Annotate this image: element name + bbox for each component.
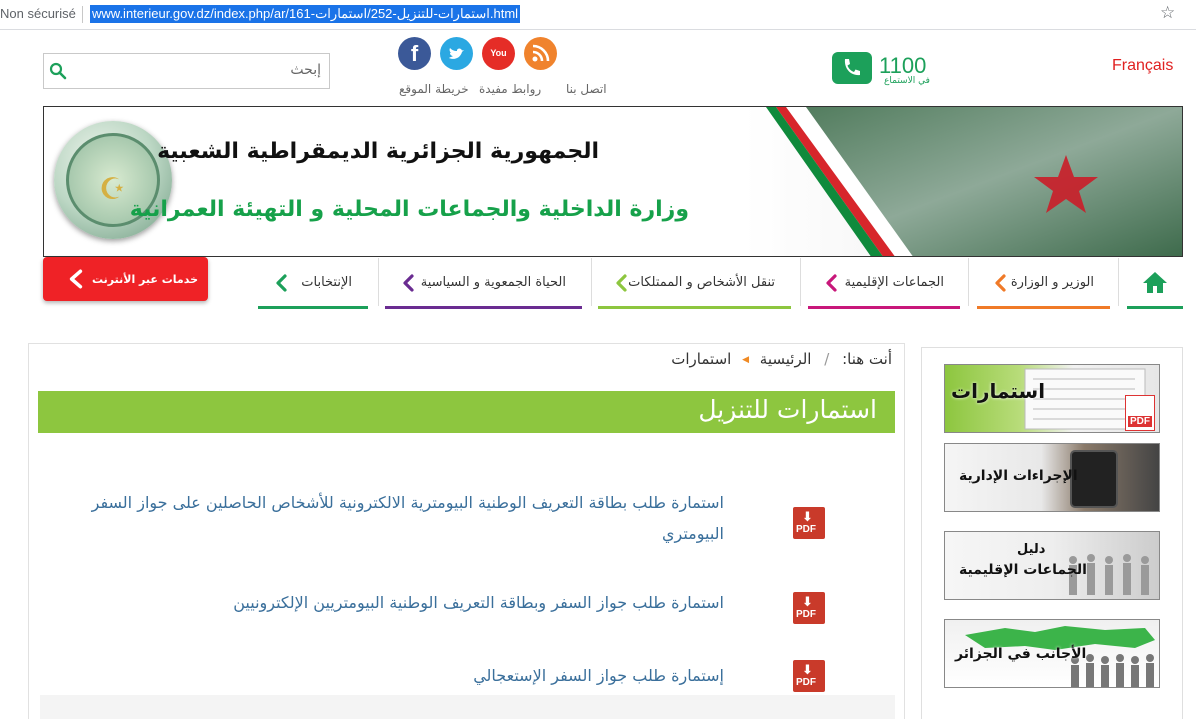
banner-title-republic: الجمهورية الجزائرية الديمقراطية الشعبية: [157, 139, 599, 164]
chevron-left-icon: [69, 269, 83, 289]
sidebar-tile-forms[interactable]: PDF استمارات: [944, 364, 1160, 433]
language-switch-french[interactable]: Français: [1112, 57, 1173, 75]
online-services-label: خدمات عبر الأنترنت: [92, 273, 198, 286]
document-link[interactable]: استمارة طلب جواز السفر وبطاقة التعريف ال…: [60, 587, 724, 618]
sidebar-tile-label: استمارات: [951, 379, 1046, 403]
chevron-left-icon: [826, 274, 837, 292]
nav-underline: [808, 306, 960, 309]
chevron-left-icon: [276, 274, 287, 292]
page-title: استمارات للتنزيل: [698, 395, 877, 424]
nav-item-minister-ministry[interactable]: الوزير و الوزارة: [977, 258, 1110, 309]
document-link[interactable]: إستمارة طلب جواز السفر الإستعجالي: [60, 660, 724, 691]
browser-address-bar: Non sécurisé www.interieur.gov.dz/index.…: [0, 0, 1196, 30]
nav-label: الجماعات الإقليمية: [844, 275, 944, 290]
nav-separator: [968, 258, 969, 306]
breadcrumb-current: استمارات: [671, 350, 732, 368]
breadcrumb-home-link[interactable]: الرئيسية: [760, 350, 812, 368]
url-field[interactable]: www.interieur.gov.dz/index.php/ar/161-اس…: [90, 5, 521, 23]
sidebar-tile-label-line1: دليل: [1017, 542, 1046, 557]
pdf-download-icon[interactable]: ⬇ PDF: [793, 660, 825, 692]
nav-separator: [1118, 258, 1119, 306]
sidebar-tile-label: الأجانب في الجزائر: [955, 646, 1087, 662]
banner-title-ministry: وزارة الداخلية والجماعات المحلية و التهي…: [129, 197, 689, 222]
header-banner: ☪ الجمهورية الجزائرية الديمقراطية الشعبي…: [43, 106, 1183, 257]
chevron-left-icon: [403, 274, 414, 292]
sitemap-link[interactable]: خريطة الموقع: [399, 82, 469, 96]
nav-separator: [378, 258, 379, 306]
page-header: استمارات للتنزيل: [38, 391, 895, 433]
content-footer-strip: [40, 695, 895, 719]
nav-label: الوزير و الوزارة: [1010, 275, 1094, 290]
breadcrumb-arrow-icon: ◀: [742, 354, 750, 365]
phone-icon: [832, 52, 872, 84]
pdf-download-icon[interactable]: ⬇ PDF: [793, 592, 825, 624]
nav-separator: [800, 258, 801, 306]
insecure-label[interactable]: Non sécurisé: [0, 6, 76, 21]
hotline-caption: في الاستماع: [884, 76, 930, 86]
nav-separator: [591, 258, 592, 306]
nav-underline: [1127, 306, 1183, 309]
useful-links-link[interactable]: روابط مفيدة: [479, 82, 541, 96]
breadcrumb-prefix: أنت هنا:: [842, 350, 892, 368]
document-link[interactable]: استمارة طلب بطاقة التعريف الوطنية البيوم…: [60, 487, 724, 549]
sidebar-tile-foreigners-in-algeria[interactable]: الأجانب في الجزائر: [944, 619, 1160, 688]
star-icon[interactable]: ☆: [1160, 3, 1175, 23]
sidebar-tile-administrative-procedures[interactable]: الإجراءات الإدارية: [944, 443, 1160, 512]
breadcrumb-divider: /: [824, 350, 830, 368]
nav-underline: [258, 306, 368, 309]
nav-item-elections[interactable]: الإنتخابات: [258, 258, 368, 309]
sidebar-tile-label: الإجراءات الإدارية: [959, 468, 1078, 484]
nav-underline: [977, 306, 1110, 309]
chevron-left-icon: [995, 274, 1006, 292]
nav-item-associative-political-life[interactable]: الحياة الجمعوية و السياسية: [385, 258, 582, 309]
pdf-file-icon: PDF: [1125, 395, 1155, 431]
youtube-icon[interactable]: You Tube: [482, 37, 515, 91]
online-services-button[interactable]: خدمات عبر الأنترنت: [43, 257, 208, 301]
nav-label: الحياة الجمعوية و السياسية: [420, 275, 566, 290]
nav-label: الإنتخابات: [301, 275, 352, 290]
breadcrumb: أنت هنا: / الرئيسية ◀ استمارات: [620, 350, 892, 368]
nav-item-mobility-of-persons-goods[interactable]: تنقل الأشخاص و الممتلكات: [598, 258, 791, 309]
twitter-icon[interactable]: [440, 37, 473, 70]
rss-icon[interactable]: [524, 37, 557, 70]
nav-item-home[interactable]: [1127, 258, 1183, 309]
pdf-download-icon[interactable]: ⬇ PDF: [793, 507, 825, 539]
nav-underline: [598, 306, 791, 309]
facebook-icon[interactable]: f: [398, 37, 431, 70]
home-icon: [1143, 272, 1167, 293]
search-icon[interactable]: [49, 62, 67, 80]
search-input[interactable]: [81, 62, 321, 78]
nav-underline: [385, 306, 582, 309]
nav-label: تنقل الأشخاص و الممتلكات: [628, 275, 775, 290]
algeria-flag-icon: [744, 107, 1182, 256]
sidebar-tile-label-line2: الجماعات الإقليمية: [959, 562, 1087, 578]
nav-item-territorial-communities[interactable]: الجماعات الإقليمية: [808, 258, 960, 309]
search-box: [43, 53, 330, 89]
address-separator: [82, 6, 83, 23]
contact-link[interactable]: اتصل بنا: [566, 82, 607, 96]
sidebar-tile-territorial-guide[interactable]: دليل الجماعات الإقليمية: [944, 531, 1160, 600]
